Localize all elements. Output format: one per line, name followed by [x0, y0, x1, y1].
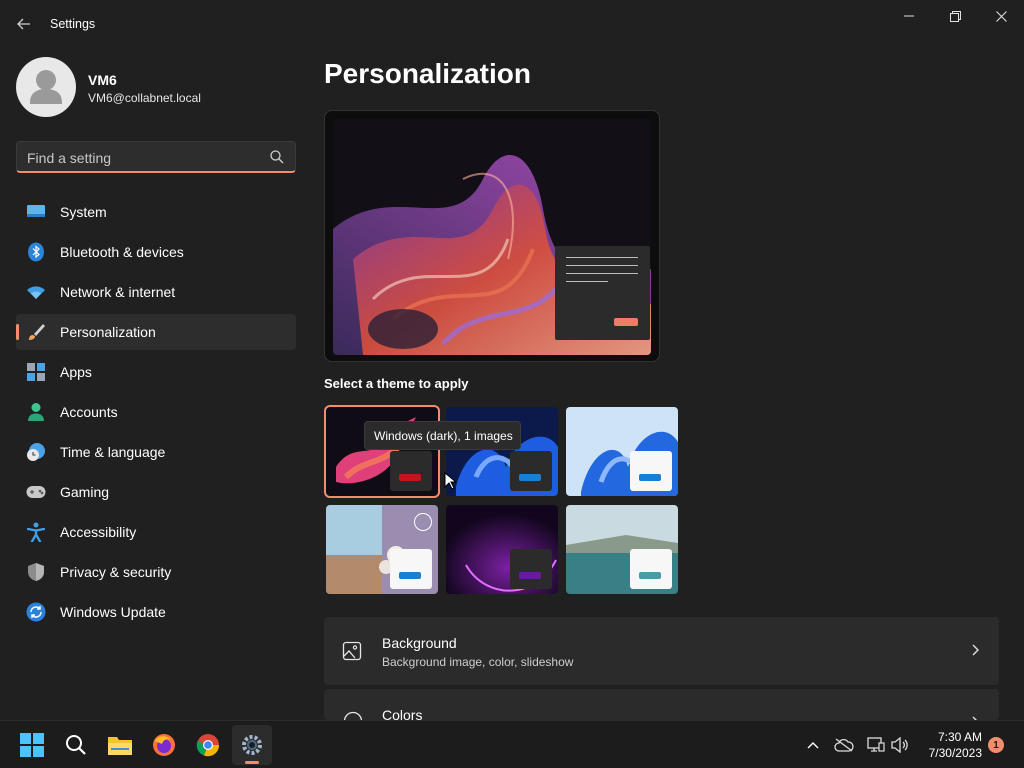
clock-time: 7:30 AM	[937, 730, 982, 744]
network-wired-icon	[867, 737, 885, 752]
notification-badge[interactable]: 1	[988, 737, 1004, 753]
back-button[interactable]	[10, 12, 38, 36]
cloud-off-icon	[834, 738, 854, 752]
theme-tooltip: Windows (dark), 1 images	[364, 421, 521, 450]
onedrive-tray-icon[interactable]	[834, 735, 854, 755]
theme-tile-flowers[interactable]	[326, 505, 438, 594]
user-email: VM6@collabnet.local	[88, 91, 201, 105]
search-icon[interactable]	[269, 149, 285, 165]
sidebar-item-label: Windows Update	[60, 604, 166, 620]
start-icon	[20, 733, 44, 757]
user-name: VM6	[88, 72, 117, 88]
wallpaper-preview	[333, 119, 651, 355]
chevron-right-icon	[972, 644, 979, 656]
restore-button[interactable]	[932, 0, 978, 32]
clock-date: 7/30/2023	[928, 746, 982, 760]
sidebar-item-bluetooth[interactable]: Bluetooth & devices	[16, 234, 296, 270]
close-icon	[995, 10, 1007, 22]
bluetooth-icon	[26, 242, 46, 262]
clock-globe-icon	[26, 443, 46, 461]
taskbar-search-button[interactable]	[56, 725, 96, 765]
minimize-button[interactable]	[886, 0, 932, 32]
taskbar: 7:30 AM 7/30/2023 1	[0, 720, 1024, 768]
title-bar: Settings	[0, 0, 1024, 48]
card-subtitle: Background image, color, slideshow	[382, 655, 574, 669]
sidebar-item-label: Network & internet	[60, 284, 176, 300]
search-input[interactable]	[27, 148, 267, 168]
mouse-cursor-icon	[444, 472, 456, 490]
wifi-icon	[26, 283, 46, 301]
theme-preview	[324, 110, 660, 362]
taskbar-clock[interactable]: 7:30 AM 7/30/2023	[918, 729, 982, 761]
sidebar-item-network[interactable]: Network & internet	[16, 274, 296, 310]
sidebar-item-label: Privacy & security	[60, 564, 172, 580]
person-icon	[26, 403, 46, 421]
theme-tile-lake[interactable]	[566, 505, 678, 594]
sidebar-item-time-language[interactable]: Time & language	[16, 434, 296, 470]
sidebar-item-apps[interactable]: Apps	[16, 354, 296, 390]
minimize-icon	[904, 15, 914, 17]
preview-window	[555, 246, 650, 340]
background-setting-card[interactable]: Background Background image, color, slid…	[324, 617, 999, 685]
avatar[interactable]	[16, 57, 76, 117]
sidebar-item-label: Personalization	[60, 324, 156, 340]
sidebar-item-system[interactable]: System	[16, 194, 296, 230]
theme-tile-windows-light[interactable]	[566, 407, 678, 496]
settings-taskbar-button[interactable]	[232, 725, 272, 765]
gamepad-icon	[26, 483, 46, 501]
sidebar-item-label: Accessibility	[60, 524, 137, 540]
image-icon	[342, 641, 362, 661]
colors-setting-card[interactable]: Colors	[324, 689, 999, 720]
chevron-up-icon	[807, 742, 819, 749]
close-button[interactable]	[978, 0, 1024, 32]
theme-tile-glow[interactable]	[446, 505, 558, 594]
palette-icon	[343, 711, 363, 720]
update-icon	[26, 602, 46, 622]
search-box[interactable]	[16, 141, 296, 173]
app-title: Settings	[50, 17, 96, 31]
speaker-icon	[891, 737, 908, 753]
volume-tray-icon[interactable]	[890, 735, 910, 755]
network-tray-icon[interactable]	[866, 735, 886, 755]
active-app-indicator	[245, 761, 259, 764]
settings-icon	[242, 735, 262, 755]
sidebar-item-label: Time & language	[60, 444, 166, 460]
sidebar-item-label: Gaming	[60, 484, 110, 500]
restore-icon	[949, 10, 961, 22]
search-icon	[66, 735, 86, 755]
accessibility-icon	[26, 522, 46, 542]
chrome-icon	[196, 734, 220, 757]
sidebar-item-personalization[interactable]: Personalization	[16, 314, 296, 350]
sidebar-item-label: System	[60, 204, 107, 220]
file-explorer-icon	[108, 737, 132, 755]
person-avatar-icon	[30, 70, 62, 104]
themes-section-label: Select a theme to apply	[324, 376, 469, 391]
sidebar-item-label: Accounts	[60, 404, 118, 420]
show-hidden-icons-button[interactable]	[803, 735, 823, 755]
card-title: Background	[382, 635, 457, 651]
sidebar-item-gaming[interactable]: Gaming	[16, 474, 296, 510]
start-button[interactable]	[12, 725, 52, 765]
apps-icon	[26, 363, 46, 381]
file-explorer-button[interactable]	[100, 725, 140, 765]
sidebar-item-label: Apps	[60, 364, 92, 380]
monitor-icon	[26, 203, 46, 221]
sidebar-item-windows-update[interactable]: Windows Update	[16, 594, 296, 630]
sidebar-item-label: Bluetooth & devices	[60, 244, 184, 260]
slideshow-icon	[414, 513, 432, 531]
sidebar-item-privacy-security[interactable]: Privacy & security	[16, 554, 296, 590]
shield-icon	[26, 563, 46, 581]
back-arrow-icon	[17, 18, 30, 30]
brush-icon	[26, 323, 46, 341]
firefox-button[interactable]	[144, 725, 184, 765]
accent-color-swatch	[614, 318, 638, 326]
page-title: Personalization	[324, 58, 531, 89]
firefox-icon	[153, 734, 175, 756]
chrome-button[interactable]	[188, 725, 228, 765]
card-title: Colors	[382, 707, 423, 720]
sidebar-nav: System Bluetooth & devices Network & int…	[16, 194, 296, 634]
sidebar-item-accounts[interactable]: Accounts	[16, 394, 296, 430]
sidebar-item-accessibility[interactable]: Accessibility	[16, 514, 296, 550]
